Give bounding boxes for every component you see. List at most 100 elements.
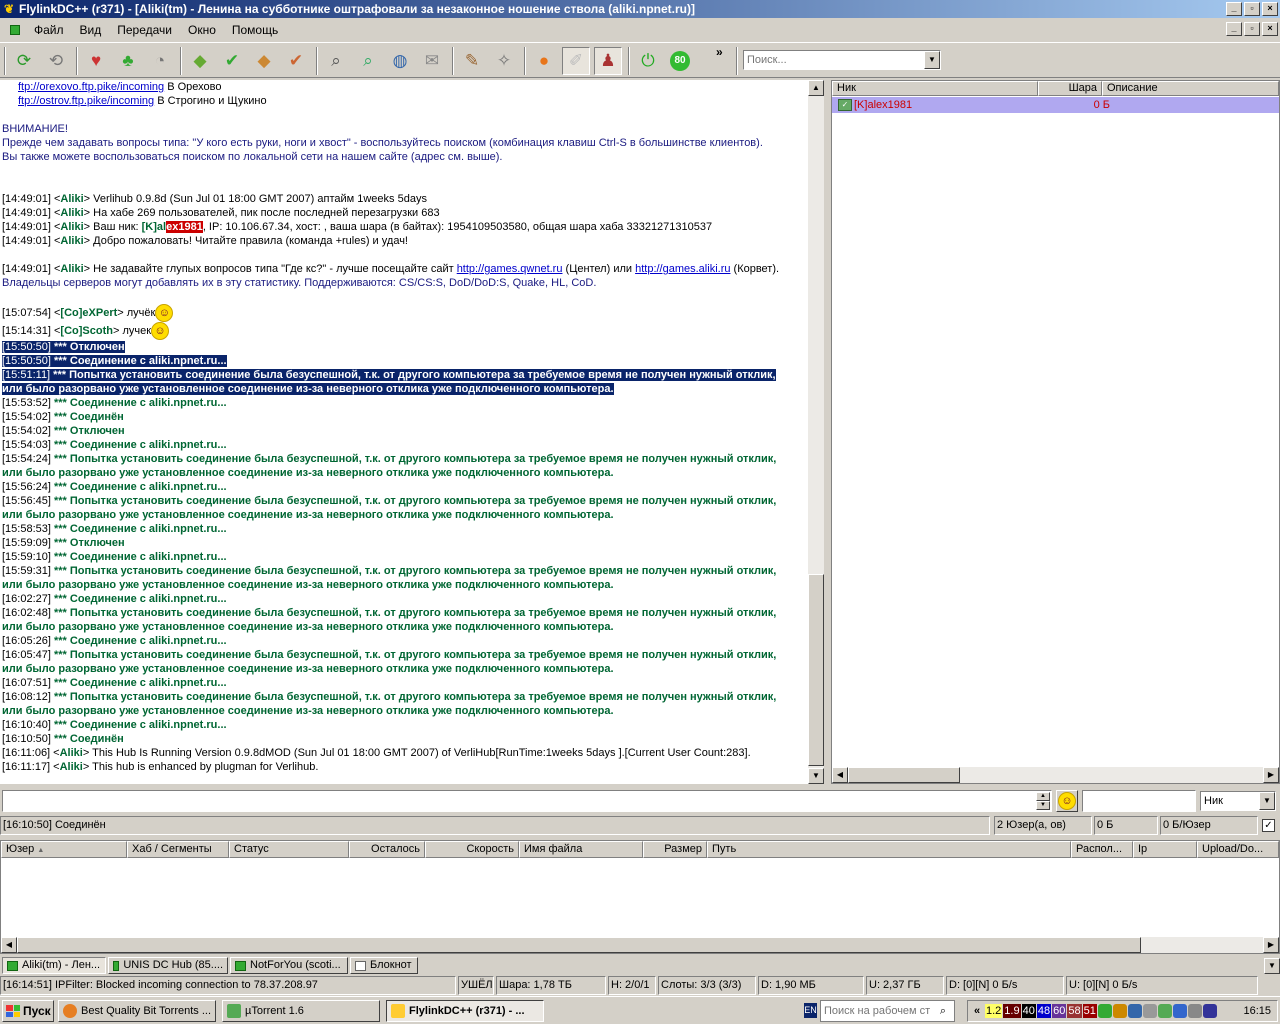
transfers-list[interactable]: Юзер ▲ Хаб / Сегменты Статус Осталось Ск… <box>0 840 1280 954</box>
menu-window[interactable]: Окно <box>180 23 224 37</box>
menu-file[interactable]: Файл <box>26 23 72 37</box>
recent-hubs-icon[interactable]: ◔ <box>146 47 174 75</box>
start-button[interactable]: Пуск <box>2 1000 54 1022</box>
favorite-users-icon[interactable]: ♣ <box>114 47 142 75</box>
info-tray-icon[interactable] <box>1112 1004 1127 1018</box>
close-button[interactable]: × <box>1262 2 1278 16</box>
power-icon[interactable]: ⏻ <box>634 47 662 75</box>
tab-notforyou-hub[interactable]: NotForYou (scoti... <box>230 957 348 974</box>
mdi-close-button[interactable]: × <box>1262 22 1278 36</box>
column-nick[interactable]: Ник <box>832 81 1038 96</box>
mdi-restore-button[interactable]: ▫ <box>1244 22 1260 36</box>
hscroll-thumb[interactable] <box>17 937 1141 953</box>
taskbar-item-firefox[interactable]: Best Quality Bit Torrents ... <box>58 1000 216 1022</box>
chat-nick[interactable]: Aliki <box>60 207 83 219</box>
network-tray-icon[interactable] <box>1127 1004 1142 1018</box>
follow-redirect-icon[interactable]: ⟲ <box>42 47 70 75</box>
limiter-icon[interactable]: ♟ <box>594 47 622 75</box>
menu-transfers[interactable]: Передачи <box>109 23 180 37</box>
tabs-scroll-down-icon[interactable]: ▼ <box>1264 958 1280 974</box>
scroll-up-icon[interactable]: ▲ <box>808 80 824 96</box>
flylink-tray-icon[interactable] <box>1157 1004 1172 1018</box>
upload-queue-icon[interactable]: ◆ <box>250 47 278 75</box>
filter-field-select[interactable]: Ник ▼ <box>1200 791 1276 811</box>
column-size[interactable]: Размер <box>643 841 707 858</box>
finished-uploads-icon[interactable]: ✔ <box>282 47 310 75</box>
scroll-right-icon[interactable]: ▶ <box>1263 937 1279 953</box>
language-indicator[interactable]: EN <box>804 1003 817 1018</box>
emoticons-button[interactable]: ☺ <box>1056 790 1078 812</box>
web-link[interactable]: http://games.qwnet.ru <box>457 263 563 275</box>
quick-search-input[interactable] <box>744 54 922 66</box>
user-filter-input[interactable] <box>1082 790 1196 812</box>
chat-nick[interactable]: [Co]Scoth <box>60 325 113 337</box>
web-link[interactable]: http://games.aliki.ru <box>635 263 730 275</box>
message-spinner[interactable]: ▲ ▼ <box>1036 792 1050 810</box>
message-input[interactable] <box>2 790 1052 812</box>
adl-search-icon[interactable]: ⌕ <box>354 47 382 75</box>
chat-nick[interactable]: Aliki <box>60 747 83 759</box>
scroll-right-icon[interactable]: ▶ <box>1263 767 1279 783</box>
menu-help[interactable]: Помощь <box>224 23 286 37</box>
search-icon[interactable]: ⌕ <box>322 47 350 75</box>
scroll-thumb[interactable] <box>808 574 824 766</box>
show-userlist-checkbox[interactable]: ✓ <box>1262 819 1275 832</box>
column-user[interactable]: Юзер ▲ <box>1 841 127 858</box>
chat-nick[interactable]: Aliki <box>60 221 83 233</box>
chat-scrollbar[interactable]: ▲ ▼ <box>808 80 824 784</box>
column-path[interactable]: Путь <box>707 841 1071 858</box>
queue-icon[interactable]: ◆ <box>186 47 214 75</box>
search-spy-icon[interactable]: ◍ <box>386 47 414 75</box>
column-location[interactable]: Распол... <box>1071 841 1133 858</box>
chat-log[interactable]: ftp://orexovo.ftp.pike/incoming В Орехов… <box>0 80 808 784</box>
desktop-search[interactable]: ⌕ <box>820 1000 955 1022</box>
desktop-search-input[interactable] <box>821 1005 933 1017</box>
column-description[interactable]: Описание <box>1102 81 1279 96</box>
column-share[interactable]: Шара <box>1038 81 1102 96</box>
user-list-hscrollbar[interactable]: ◀ ▶ <box>832 767 1279 783</box>
network-stats-icon[interactable]: ✉ <box>418 47 446 75</box>
away-icon[interactable]: ● <box>530 47 558 75</box>
column-speed[interactable]: Скорость <box>425 841 519 858</box>
reconnect-icon[interactable]: ⟳ <box>10 47 38 75</box>
tab-aliki-hub[interactable]: Aliki(tm) - Лен... <box>2 957 106 974</box>
chevron-down-icon[interactable]: ▼ <box>924 51 940 69</box>
favorite-hubs-icon[interactable]: ♥ <box>82 47 110 75</box>
chat-nick[interactable]: Aliki <box>60 235 83 247</box>
menu-view[interactable]: Вид <box>72 23 110 37</box>
tab-notepad[interactable]: Блокнот <box>350 957 418 974</box>
tray-expand-chevron[interactable]: « <box>970 1004 984 1018</box>
column-hub-segments[interactable]: Хаб / Сегменты <box>127 841 229 858</box>
antivirus-tray-icon[interactable] <box>1202 1004 1217 1018</box>
taskbar-item-flylinkdc[interactable]: FlylinkDC++ (r371) - ... <box>386 1000 544 1022</box>
mdi-minimize-button[interactable]: _ <box>1226 22 1242 36</box>
user-row[interactable]: ✓ [K]alex1981 0 Б <box>832 97 1279 113</box>
hub-document-icon[interactable] <box>10 25 20 35</box>
finished-downloads-icon[interactable]: ✔ <box>218 47 246 75</box>
chat-nick[interactable]: Aliki <box>60 761 83 773</box>
transfers-hscrollbar[interactable]: ◀ ▶ <box>1 937 1279 953</box>
column-status[interactable]: Статус <box>229 841 349 858</box>
scroll-down-icon[interactable]: ▼ <box>808 768 824 784</box>
user-list[interactable]: Ник Шара Описание ✓ [K]alex1981 0 Б ◀ ▶ <box>831 80 1280 784</box>
clock[interactable]: 16:15 <box>1243 1005 1277 1017</box>
settings-icon[interactable]: ✧ <box>490 47 518 75</box>
scroll-left-icon[interactable]: ◀ <box>832 767 848 783</box>
chat-nick[interactable]: Aliki <box>60 193 83 205</box>
volume-tray-icon[interactable] <box>1187 1004 1202 1018</box>
ftp-link[interactable]: ftp://ostrov.ftp.pike/incoming <box>18 95 154 107</box>
maximize-button[interactable]: ▫ <box>1244 2 1260 16</box>
column-filename[interactable]: Имя файла <box>519 841 643 858</box>
quick-search-combo[interactable]: ▼ <box>743 50 941 70</box>
ftp-link[interactable]: ftp://orexovo.ftp.pike/incoming <box>18 81 164 93</box>
connection-tray-icon[interactable] <box>1172 1004 1187 1018</box>
chat-nick[interactable]: [Co]eXPert <box>60 307 117 319</box>
chat-nick[interactable]: Aliki <box>60 263 83 275</box>
tab-unis-hub[interactable]: UNIS DC Hub (85.... <box>108 957 228 974</box>
search-icon[interactable]: ⌕ <box>933 1005 953 1018</box>
speed-limit-icon[interactable]: 80 <box>666 47 694 75</box>
minimize-button[interactable]: _ <box>1226 2 1242 16</box>
chevron-down-icon[interactable]: ▼ <box>1259 792 1275 810</box>
column-upload-download[interactable]: Upload/Do... <box>1197 841 1279 858</box>
column-remaining[interactable]: Осталось <box>349 841 425 858</box>
